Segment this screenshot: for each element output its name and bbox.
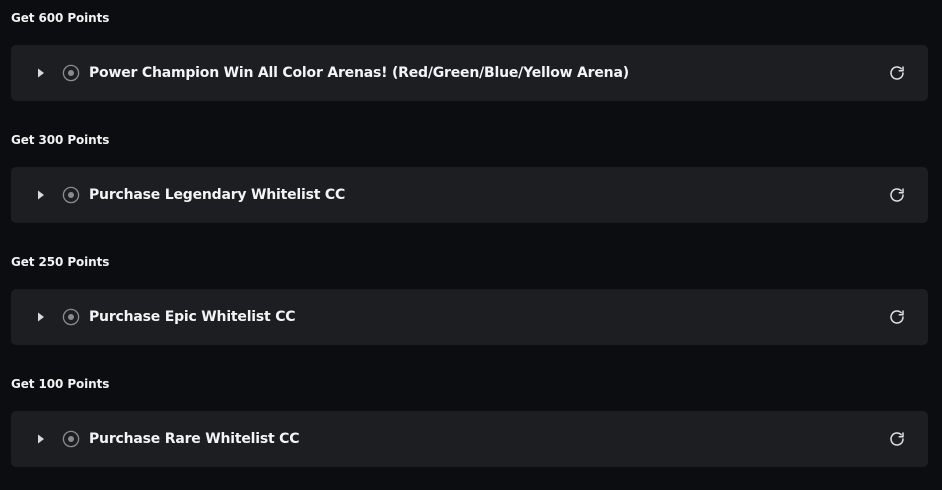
group-heading: Get 300 Points xyxy=(11,133,110,147)
task-title: Purchase Legendary Whitelist CC xyxy=(89,187,346,203)
refresh-icon[interactable] xyxy=(887,307,907,327)
radio-circle-icon xyxy=(62,308,80,326)
radio-circle-icon xyxy=(62,64,80,82)
radio-circle-icon xyxy=(62,186,80,204)
caret-right-icon[interactable] xyxy=(31,429,51,449)
group-heading: Get 100 Points xyxy=(11,377,110,391)
task-title: Power Champion Win All Color Arenas! (Re… xyxy=(89,65,629,81)
refresh-icon[interactable] xyxy=(887,429,907,449)
caret-right-icon[interactable] xyxy=(31,185,51,205)
task-card[interactable]: Purchase Legendary Whitelist CC xyxy=(11,167,928,223)
task-card[interactable]: Purchase Rare Whitelist CC xyxy=(11,411,928,467)
refresh-icon[interactable] xyxy=(887,185,907,205)
task-title: Purchase Epic Whitelist CC xyxy=(89,309,296,325)
caret-right-icon[interactable] xyxy=(31,63,51,83)
group-heading: Get 250 Points xyxy=(11,255,110,269)
caret-right-icon[interactable] xyxy=(31,307,51,327)
refresh-icon[interactable] xyxy=(887,63,907,83)
quest-list: Get 600 Points Power Champion Win All Co… xyxy=(0,0,942,490)
radio-circle-icon xyxy=(62,430,80,448)
group-heading: Get 600 Points xyxy=(11,11,110,25)
task-title: Purchase Rare Whitelist CC xyxy=(89,431,300,447)
task-card[interactable]: Purchase Epic Whitelist CC xyxy=(11,289,928,345)
task-card[interactable]: Power Champion Win All Color Arenas! (Re… xyxy=(11,45,928,101)
